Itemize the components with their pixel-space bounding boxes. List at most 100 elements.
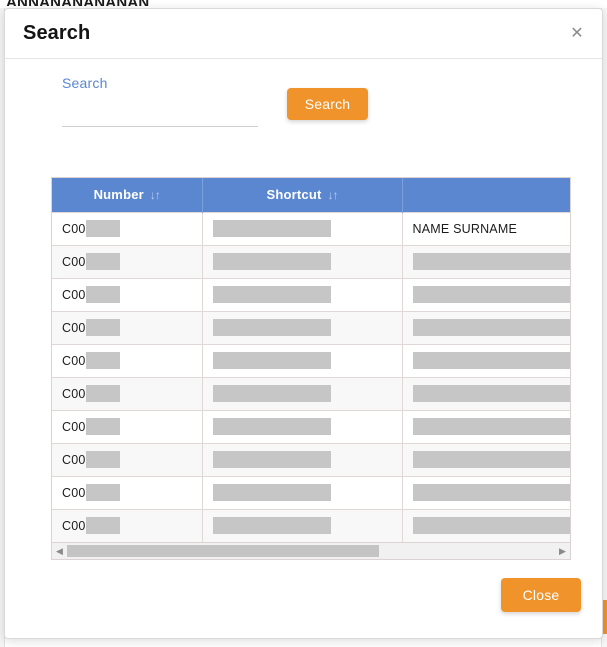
redaction-block xyxy=(412,418,570,435)
dialog-header: Search ✕ xyxy=(5,9,602,59)
redaction-block xyxy=(212,451,331,468)
table-row[interactable]: C00 NAME SURNAME xyxy=(52,211,570,245)
cell-number: C00 xyxy=(52,508,203,542)
redaction-block xyxy=(85,385,120,402)
scroll-left-arrow-icon[interactable]: ◀ xyxy=(52,543,67,559)
cell-number-text: C00 xyxy=(62,419,86,434)
cell-shortcut xyxy=(202,376,403,410)
redaction-block xyxy=(412,451,570,468)
results-table: Number ↓↑ Shortcut ↓↑ C00 NAME SURNAME C… xyxy=(52,178,570,542)
redaction-block xyxy=(212,253,331,270)
redaction-block xyxy=(85,484,120,501)
results-table-container: Number ↓↑ Shortcut ↓↑ C00 NAME SURNAME C… xyxy=(51,177,571,560)
cell-shortcut xyxy=(202,343,403,377)
redaction-block xyxy=(85,451,120,468)
cell-name xyxy=(402,343,570,377)
table-row[interactable]: C00 xyxy=(52,442,570,476)
column-header-name[interactable]: Name xyxy=(402,178,570,212)
search-field-label: Search xyxy=(62,75,108,91)
redaction-block xyxy=(412,253,570,270)
dialog-body: Search Search Number ↓↑ Shortcut ↓↑ C00 … xyxy=(5,59,602,566)
cell-number: C00 xyxy=(52,211,203,245)
cell-number-text: C00 xyxy=(62,287,86,302)
column-header-shortcut[interactable]: Shortcut ↓↑ xyxy=(202,178,403,212)
redaction-block xyxy=(85,319,120,336)
column-header-number[interactable]: Number ↓↑ xyxy=(52,178,203,212)
redaction-block xyxy=(412,484,570,501)
redaction-block xyxy=(212,220,331,237)
table-row[interactable]: C00 xyxy=(52,475,570,509)
redaction-block xyxy=(212,286,331,303)
cell-name xyxy=(402,409,570,443)
table-header-row: Number ↓↑ Shortcut ↓↑ xyxy=(52,178,570,212)
cell-number-text: C00 xyxy=(62,518,86,533)
redaction-block xyxy=(212,517,331,535)
cell-number-text: C00 xyxy=(62,221,86,236)
redaction-block xyxy=(212,319,331,336)
cell-name xyxy=(402,244,570,278)
results-table-body: C00 NAME SURNAME C00 C00 C00 C00 C00 C00 C00 C00 C… xyxy=(52,211,570,542)
table-row[interactable]: C00 xyxy=(52,508,570,542)
cell-name xyxy=(402,475,570,509)
cell-number: C00 xyxy=(52,343,203,377)
scrollbar-thumb[interactable] xyxy=(67,545,380,557)
column-header-shortcut-label: Shortcut xyxy=(266,187,322,203)
background-accent-bar xyxy=(603,600,607,634)
scroll-right-arrow-icon[interactable]: ▶ xyxy=(555,543,570,559)
search-dialog: Search ✕ Search Search Number ↓↑ Shortcu… xyxy=(4,8,603,639)
cell-name xyxy=(402,508,570,542)
search-input[interactable] xyxy=(62,108,258,127)
table-row[interactable]: C00 xyxy=(52,310,570,344)
horizontal-scrollbar[interactable]: ◀ ▶ xyxy=(52,542,570,559)
search-button[interactable]: Search xyxy=(287,88,368,120)
redaction-block xyxy=(85,418,120,435)
redaction-block xyxy=(85,286,120,303)
background-obscured-text: ANNANANANANAN xyxy=(6,0,176,6)
cell-shortcut xyxy=(202,310,403,344)
redaction-block xyxy=(212,385,331,402)
table-row[interactable]: C00 xyxy=(52,343,570,377)
close-icon[interactable]: ✕ xyxy=(566,23,588,45)
redaction-block xyxy=(412,517,570,535)
table-row[interactable]: C00 xyxy=(52,277,570,311)
cell-shortcut xyxy=(202,277,403,311)
cell-shortcut xyxy=(202,244,403,278)
cell-number: C00 xyxy=(52,442,203,476)
redaction-block xyxy=(212,352,331,369)
table-row[interactable]: C00 xyxy=(52,376,570,410)
cell-number: C00 xyxy=(52,376,203,410)
table-row[interactable]: C00 xyxy=(52,244,570,278)
cell-name xyxy=(402,442,570,476)
close-button[interactable]: Close xyxy=(501,578,581,612)
cell-name xyxy=(402,376,570,410)
cell-name xyxy=(402,310,570,344)
cell-shortcut xyxy=(202,211,403,245)
redaction-block xyxy=(85,517,120,535)
redaction-block xyxy=(212,418,331,435)
redaction-block xyxy=(85,352,120,369)
table-row[interactable]: C00 xyxy=(52,409,570,443)
cell-number-text: C00 xyxy=(62,386,86,401)
redaction-block xyxy=(412,319,570,336)
cell-number-text: C00 xyxy=(62,485,86,500)
cell-number: C00 xyxy=(52,277,203,311)
cell-number-text: C00 xyxy=(62,452,86,467)
redaction-block xyxy=(85,220,120,237)
sort-icon[interactable]: ↓↑ xyxy=(328,189,339,201)
cell-number-text: C00 xyxy=(62,353,86,368)
cell-shortcut xyxy=(202,475,403,509)
scrollbar-track[interactable] xyxy=(67,543,555,559)
dialog-footer: Close xyxy=(5,566,602,638)
cell-number: C00 xyxy=(52,310,203,344)
cell-number: C00 xyxy=(52,409,203,443)
sort-icon[interactable]: ↓↑ xyxy=(150,189,161,201)
cell-shortcut xyxy=(202,508,403,542)
cell-shortcut xyxy=(202,442,403,476)
cell-name-text: NAME SURNAME xyxy=(412,221,517,236)
results-table-head: Number ↓↑ Shortcut ↓↑ xyxy=(52,178,570,212)
cell-shortcut xyxy=(202,409,403,443)
redaction-block xyxy=(412,286,570,303)
cell-number-text: C00 xyxy=(62,254,86,269)
page-root: ANNANANANANAN Search ✕ Search Search xyxy=(0,0,607,647)
search-field-group: Search xyxy=(62,75,258,127)
